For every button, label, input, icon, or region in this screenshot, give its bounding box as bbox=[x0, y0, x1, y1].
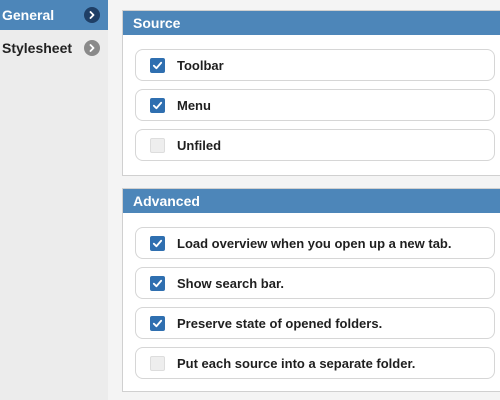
option-label: Unfiled bbox=[177, 137, 222, 153]
checkbox-unfiled[interactable] bbox=[150, 137, 165, 153]
option-toolbar[interactable]: Toolbar bbox=[135, 49, 495, 81]
option-label: Toolbar bbox=[177, 57, 224, 73]
option-label: Put each source into a separate folder. bbox=[177, 355, 416, 371]
checkmark-icon bbox=[152, 279, 163, 287]
option-label: Show search bar. bbox=[177, 275, 284, 291]
advanced-panel: Advanced Load overview when you open up … bbox=[122, 188, 500, 392]
sidebar: General Stylesheet bbox=[0, 0, 108, 400]
option-preserve-state[interactable]: Preserve state of opened folders. bbox=[135, 307, 495, 339]
advanced-panel-title: Advanced bbox=[123, 189, 500, 213]
checkbox-menu[interactable] bbox=[150, 97, 165, 113]
option-label: Menu bbox=[177, 97, 211, 113]
option-label: Preserve state of opened folders. bbox=[177, 315, 383, 331]
options-page: General Stylesheet Source Toolbar Menu U… bbox=[0, 0, 500, 400]
checkmark-icon bbox=[152, 101, 163, 109]
checkbox-toolbar[interactable] bbox=[150, 57, 165, 73]
sidebar-item-label: Stylesheet bbox=[2, 40, 73, 56]
sidebar-item-stylesheet[interactable]: Stylesheet bbox=[0, 33, 108, 63]
chevron-right-icon bbox=[84, 40, 100, 56]
option-show-search-bar[interactable]: Show search bar. bbox=[135, 267, 495, 299]
checkbox-preserve-state[interactable] bbox=[150, 315, 165, 331]
checkmark-icon bbox=[152, 319, 163, 327]
checkbox-separate-folder[interactable] bbox=[150, 355, 165, 371]
checkmark-icon bbox=[152, 61, 163, 69]
option-separate-folder[interactable]: Put each source into a separate folder. bbox=[135, 347, 495, 379]
source-panel: Source Toolbar Menu Unfiled bbox=[122, 10, 500, 176]
checkbox-load-overview[interactable] bbox=[150, 235, 165, 251]
option-label: Load overview when you open up a new tab… bbox=[177, 235, 452, 251]
checkbox-show-search-bar[interactable] bbox=[150, 275, 165, 291]
source-panel-title: Source bbox=[123, 11, 500, 35]
sidebar-item-label: General bbox=[2, 7, 55, 23]
option-unfiled[interactable]: Unfiled bbox=[135, 129, 495, 161]
option-menu[interactable]: Menu bbox=[135, 89, 495, 121]
chevron-right-icon bbox=[84, 7, 100, 23]
checkmark-icon bbox=[152, 239, 163, 247]
sidebar-item-general[interactable]: General bbox=[0, 0, 108, 30]
option-load-overview[interactable]: Load overview when you open up a new tab… bbox=[135, 227, 495, 259]
